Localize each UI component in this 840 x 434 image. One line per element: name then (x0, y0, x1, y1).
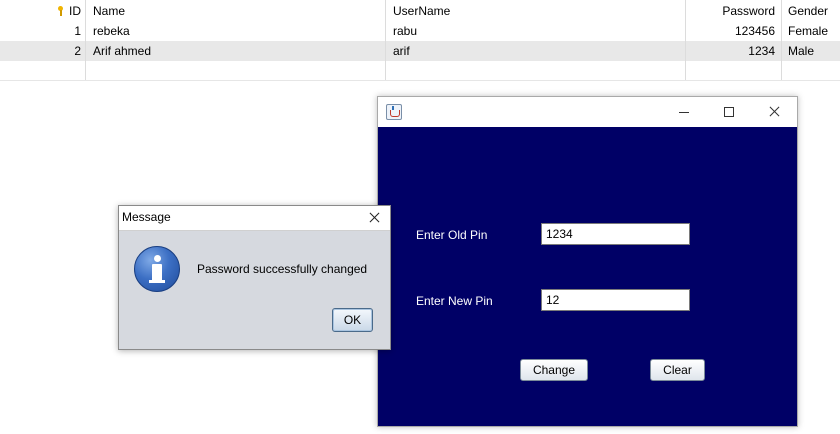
column-header-id-label: ID (69, 4, 81, 18)
cell-name[interactable] (86, 61, 386, 80)
dialog-titlebar[interactable]: Message (119, 206, 390, 231)
table-header: ID Name UserName Password Gender (0, 0, 840, 21)
column-header-username[interactable]: UserName (386, 0, 686, 21)
change-button[interactable]: Change (520, 359, 588, 381)
cell-id[interactable] (0, 61, 86, 80)
dialog-close-button[interactable] (359, 206, 390, 230)
column-header-name[interactable]: Name (86, 0, 386, 21)
new-pin-label: Enter New Pin (416, 294, 493, 308)
cell-name[interactable]: Arif ahmed (86, 41, 386, 61)
dialog-message: Password successfully changed (197, 262, 368, 276)
cell-password[interactable]: 123456 (686, 21, 782, 41)
cell-password[interactable] (686, 61, 782, 80)
column-header-id[interactable]: ID (0, 0, 86, 21)
minimize-icon (679, 112, 689, 113)
cell-gender[interactable] (782, 61, 840, 80)
old-pin-label: Enter Old Pin (416, 228, 488, 242)
cell-name[interactable]: rebeka (86, 21, 386, 41)
cell-username[interactable] (386, 61, 686, 80)
minimize-button[interactable] (662, 97, 707, 127)
primary-key-icon (58, 6, 63, 16)
info-icon (134, 246, 180, 292)
maximize-button[interactable] (707, 97, 752, 127)
clear-button[interactable]: Clear (650, 359, 705, 381)
table-new-row[interactable] (0, 61, 840, 81)
cell-gender[interactable]: Female (782, 21, 840, 41)
window-titlebar[interactable] (378, 97, 797, 127)
cell-id[interactable]: 1 (0, 21, 86, 41)
new-pin-field[interactable]: 12 (541, 289, 690, 311)
ok-button[interactable]: OK (332, 308, 373, 332)
change-pin-window: Enter Old Pin 1234 Enter New Pin 12 Chan… (377, 96, 798, 427)
table-row[interactable]: 1 rebeka rabu 123456 Female (0, 21, 840, 41)
old-pin-field[interactable]: 1234 (541, 223, 690, 245)
message-dialog: Message Password successfully changed OK (118, 205, 391, 350)
column-header-password[interactable]: Password (686, 0, 782, 21)
pin-form: Enter Old Pin 1234 Enter New Pin 12 Chan… (378, 127, 797, 426)
cell-username[interactable]: rabu (386, 21, 686, 41)
dialog-title: Message (122, 210, 171, 224)
cell-username[interactable]: arif (386, 41, 686, 61)
maximize-icon (724, 107, 734, 117)
close-button[interactable] (752, 97, 797, 127)
java-icon (386, 104, 402, 120)
table-row[interactable]: 2 Arif ahmed arif 1234 Male (0, 41, 840, 61)
cell-password[interactable]: 1234 (686, 41, 782, 61)
cell-id[interactable]: 2 (0, 41, 86, 61)
cell-gender[interactable]: Male (782, 41, 840, 61)
column-header-gender[interactable]: Gender (782, 0, 840, 21)
